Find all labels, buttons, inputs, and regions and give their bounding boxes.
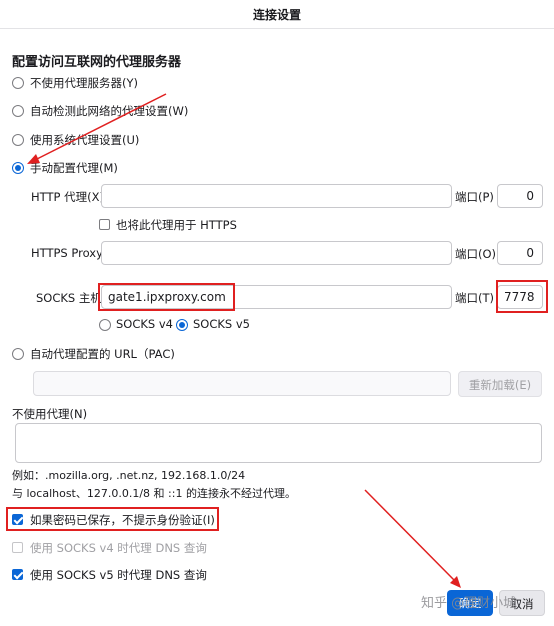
annotation-arrows — [27, 93, 461, 588]
annotation-arrow-manual-head — [27, 154, 40, 164]
annotation-arrow-ok-line — [364, 489, 457, 583]
watermark: 知乎 @理财小城 — [421, 596, 517, 611]
annotation-arrow-manual-line — [32, 93, 167, 162]
